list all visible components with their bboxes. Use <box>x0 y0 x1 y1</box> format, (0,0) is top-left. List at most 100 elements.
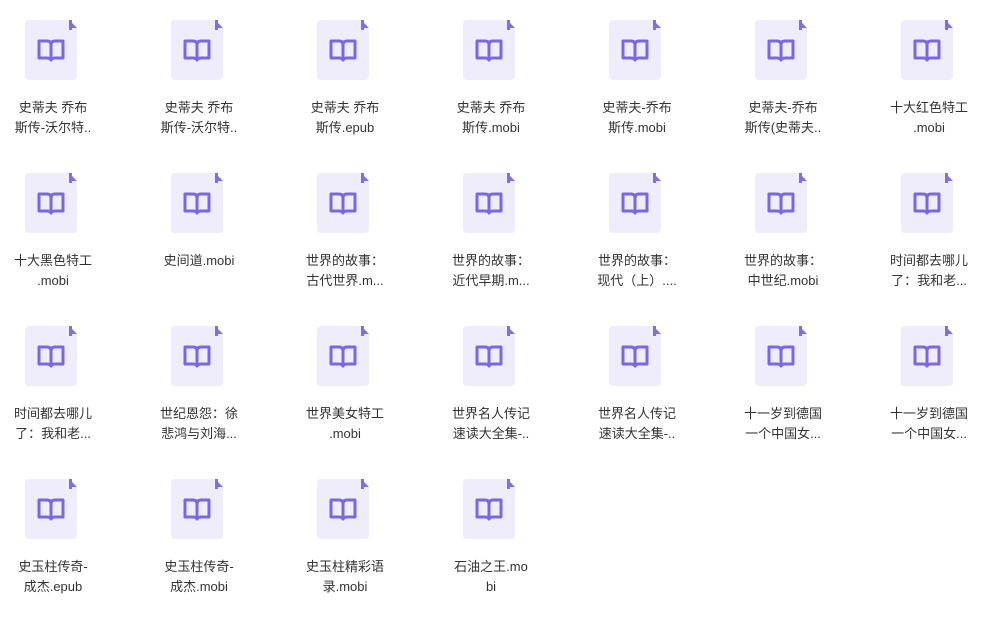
file-name-line-1: 世界美女特工 <box>305 406 384 421</box>
file-name-line-2: 中世纪.mobi <box>747 273 819 288</box>
ebook-file-icon <box>463 326 515 386</box>
file-item[interactable]: 时间都去哪儿 了：我和老... <box>874 153 984 293</box>
ebook-file-icon <box>901 173 953 233</box>
file-item[interactable]: 世界名人传记 速读大全集-.. <box>436 306 546 446</box>
file-item[interactable]: 世界名人传记 速读大全集-.. <box>582 306 692 446</box>
ebook-file-icon <box>755 173 807 233</box>
file-item[interactable]: 史玉柱传奇- 成杰.epub <box>0 459 108 599</box>
file-name: 史蒂夫-乔布 斯传.mobi <box>582 98 692 138</box>
file-item[interactable]: 世界美女特工 .mobi <box>290 306 400 446</box>
file-name-line-1: 史蒂夫 乔布 <box>456 100 526 115</box>
file-name: 时间都去哪儿 了：我和老... <box>0 404 108 444</box>
file-name-line-1: 世界的故事： <box>305 253 384 268</box>
file-name-line-1: 十一岁到德国 <box>743 406 822 421</box>
file-item[interactable]: 史间道.mobi <box>144 153 254 293</box>
file-item[interactable]: 十一岁到德国 一个中国女... <box>728 306 838 446</box>
file-name-line-1: 石油之王.mo <box>454 559 528 574</box>
file-name: 世界美女特工 .mobi <box>290 404 400 444</box>
file-item[interactable]: 世界的故事： 古代世界.m... <box>290 153 400 293</box>
file-name-line-2: 斯传.mobi <box>462 120 520 135</box>
file-name: 史蒂夫 乔布 斯传-沃尔特.. <box>0 98 108 138</box>
file-item[interactable]: 史玉柱传奇- 成杰.mobi <box>144 459 254 599</box>
file-name: 世界的故事： 近代早期.m... <box>436 251 546 291</box>
file-name: 世界的故事： 现代（上）.... <box>582 251 692 291</box>
file-item[interactable]: 史蒂夫 乔布 斯传-沃尔特.. <box>144 0 254 140</box>
file-name-line-1: 时间都去哪儿 <box>889 253 968 268</box>
ebook-file-icon <box>901 326 953 386</box>
file-item[interactable]: 史玉柱精彩语 录.mobi <box>290 459 400 599</box>
file-name: 史蒂夫-乔布 斯传(史蒂夫.. <box>728 98 838 138</box>
ebook-file-icon <box>463 479 515 539</box>
file-name: 世界名人传记 速读大全集-.. <box>582 404 692 444</box>
file-name-line-1: 史蒂夫 乔布 <box>164 100 234 115</box>
file-name-line-2: .mobi <box>913 120 945 135</box>
file-name: 时间都去哪儿 了：我和老... <box>874 251 984 291</box>
file-item[interactable]: 世界的故事： 中世纪.mobi <box>728 153 838 293</box>
file-name-line-1: 史蒂夫-乔布 <box>748 100 818 115</box>
file-name-line-2: 成杰.mobi <box>170 579 228 594</box>
ebook-file-icon <box>317 326 369 386</box>
file-name-line-1: 史蒂夫-乔布 <box>602 100 672 115</box>
ebook-file-icon <box>901 20 953 80</box>
file-name-line-1: 世纪恩怨：徐 <box>159 406 238 421</box>
ebook-file-icon <box>171 479 223 539</box>
file-item[interactable]: 石油之王.mo bi <box>436 459 546 599</box>
file-item[interactable]: 世界的故事： 现代（上）.... <box>582 153 692 293</box>
file-name: 十一岁到德国 一个中国女... <box>874 404 984 444</box>
file-name: 史玉柱传奇- 成杰.mobi <box>144 557 254 597</box>
file-name-line-1: 世界名人传记 <box>597 406 676 421</box>
file-name-line-1: 世界的故事： <box>743 253 822 268</box>
file-name: 十大红色特工 .mobi <box>874 98 984 138</box>
file-name-line-2: bi <box>485 579 497 594</box>
file-item[interactable]: 史蒂夫 乔布 斯传.epub <box>290 0 400 140</box>
file-item[interactable]: 时间都去哪儿 了：我和老... <box>0 306 108 446</box>
file-name-line-2: 斯传-沃尔特.. <box>160 120 238 135</box>
file-name-line-2: 斯传.epub <box>315 120 375 135</box>
file-name: 世界的故事： 中世纪.mobi <box>728 251 838 291</box>
file-name-line-1: 世界名人传记 <box>451 406 530 421</box>
file-name-line-2: 成杰.epub <box>23 579 83 594</box>
file-name-line-2: .mobi <box>37 273 69 288</box>
ebook-file-icon <box>317 20 369 80</box>
file-item[interactable]: 十大黑色特工 .mobi <box>0 153 108 293</box>
file-name-line-2: 悲鸿与刘海... <box>161 426 237 441</box>
file-name-line-2: 斯传.mobi <box>608 120 666 135</box>
ebook-file-icon <box>25 173 77 233</box>
file-name-line-1: 世界的故事： <box>451 253 530 268</box>
file-name: 石油之王.mo bi <box>436 557 546 597</box>
file-item[interactable]: 史蒂夫 乔布 斯传-沃尔特.. <box>0 0 108 140</box>
file-name-line-1: 十一岁到德国 <box>889 406 968 421</box>
file-item[interactable]: 世界的故事： 近代早期.m... <box>436 153 546 293</box>
ebook-file-icon <box>609 173 661 233</box>
ebook-file-icon <box>25 326 77 386</box>
file-item[interactable]: 史蒂夫-乔布 斯传.mobi <box>582 0 692 140</box>
file-name: 史蒂夫 乔布 斯传.mobi <box>436 98 546 138</box>
file-name: 世界的故事： 古代世界.m... <box>290 251 400 291</box>
file-item[interactable]: 世纪恩怨：徐 悲鸿与刘海... <box>144 306 254 446</box>
file-name-line-1: 史玉柱精彩语 <box>305 559 384 574</box>
file-name-line-1: 史蒂夫 乔布 <box>310 100 380 115</box>
file-name: 史蒂夫 乔布 斯传.epub <box>290 98 400 138</box>
file-name-line-2: 录.mobi <box>322 579 368 594</box>
file-name: 史玉柱传奇- 成杰.epub <box>0 557 108 597</box>
ebook-file-icon <box>609 20 661 80</box>
file-name-line-1: 史玉柱传奇- <box>18 559 88 574</box>
file-item[interactable]: 史蒂夫 乔布 斯传.mobi <box>436 0 546 140</box>
file-name: 史间道.mobi <box>144 251 254 271</box>
ebook-file-icon <box>463 173 515 233</box>
file-item[interactable]: 十一岁到德国 一个中国女... <box>874 306 984 446</box>
file-name-line-1: 史蒂夫 乔布 <box>18 100 88 115</box>
file-name: 世纪恩怨：徐 悲鸿与刘海... <box>144 404 254 444</box>
ebook-file-icon <box>755 326 807 386</box>
file-item[interactable]: 史蒂夫-乔布 斯传(史蒂夫.. <box>728 0 838 140</box>
ebook-file-icon <box>25 479 77 539</box>
file-name: 史蒂夫 乔布 斯传-沃尔特.. <box>144 98 254 138</box>
file-item[interactable]: 十大红色特工 .mobi <box>874 0 984 140</box>
file-name-line-2: 速读大全集-.. <box>598 426 676 441</box>
file-grid: 史蒂夫 乔布 斯传-沃尔特.. 史蒂夫 乔布 斯传-沃尔特.. 史蒂夫 乔布 斯传.epu… <box>0 0 990 635</box>
file-name: 世界名人传记 速读大全集-.. <box>436 404 546 444</box>
file-name-line-2: 速读大全集-.. <box>452 426 530 441</box>
file-name: 史玉柱精彩语 录.mobi <box>290 557 400 597</box>
file-name-line-1: 世界的故事： <box>597 253 676 268</box>
file-name-line-2: 一个中国女... <box>891 426 967 441</box>
